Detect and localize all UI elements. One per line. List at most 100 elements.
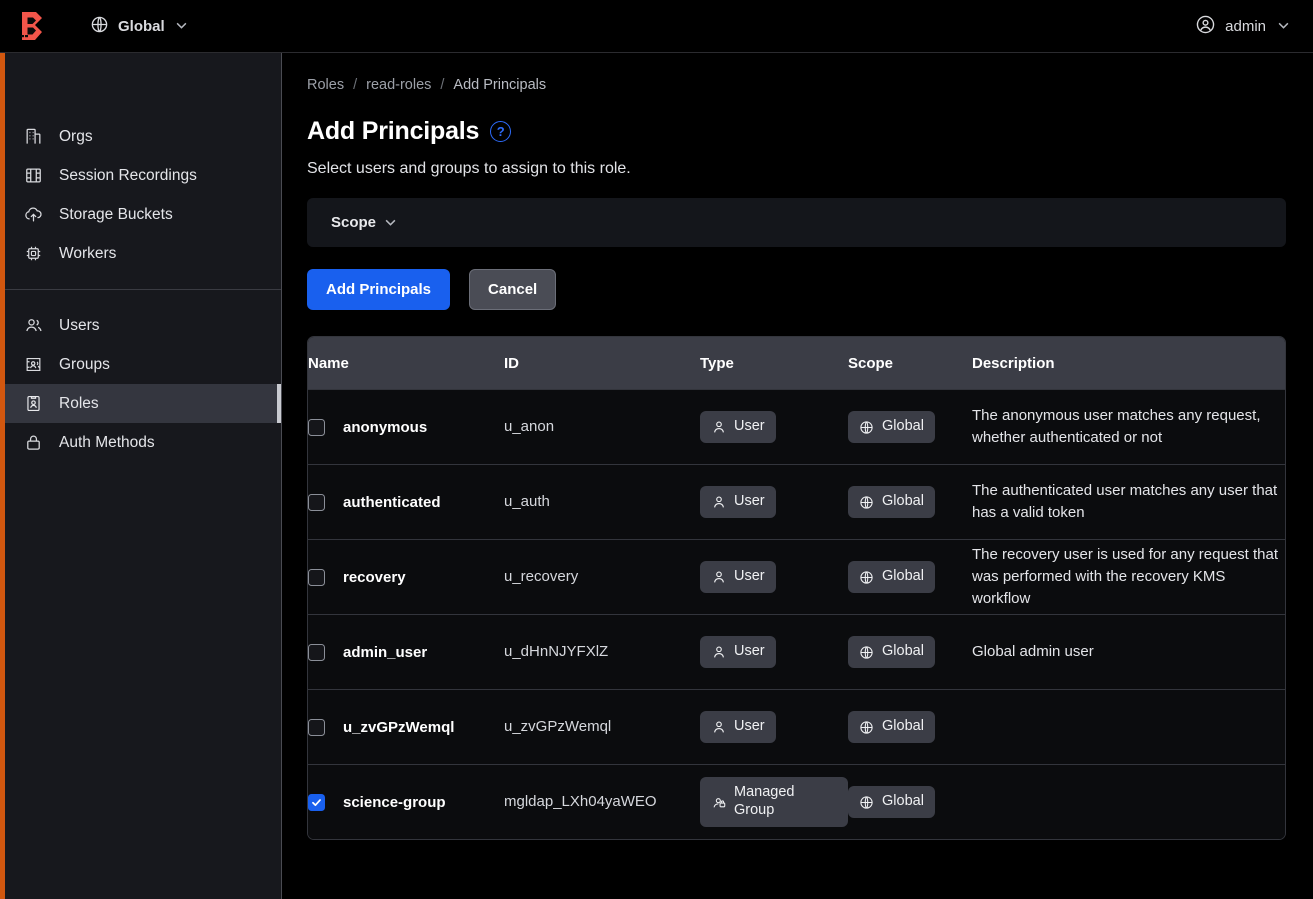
table-row[interactable]: u_zvGPzWemql u_zvGPzWemql User Global (308, 689, 1285, 764)
help-icon[interactable]: ? (490, 121, 512, 142)
sidebar-item-label: Auth Methods (59, 433, 155, 451)
scope-badge: Global (848, 636, 935, 668)
user-menu[interactable]: admin (1195, 14, 1289, 39)
page-edge-accent-stripe (0, 53, 5, 899)
user-icon (711, 494, 727, 510)
chevron-down-icon (1278, 20, 1289, 32)
row-checkbox[interactable] (308, 718, 325, 736)
table-row[interactable]: science-group mgldap_LXh04yaWEO Managed Gr… (308, 764, 1285, 839)
page-title-row: Add Principals ? (307, 117, 1286, 146)
chevron-down-icon (385, 217, 396, 229)
global-scope-label: Global (118, 17, 165, 35)
breadcrumb-item-add-principals: Add Principals (453, 77, 547, 93)
storage-buckets-icon (23, 205, 43, 225)
scope-badge-label: Global (882, 718, 924, 735)
sidebar-item-label: Workers (59, 244, 117, 262)
top-bar: Global admin (0, 0, 1313, 53)
column-header-scope: Scope (848, 354, 894, 372)
sidebar-item-orgs[interactable]: Orgs (5, 117, 281, 156)
type-badge: User (700, 711, 776, 743)
column-header-id: ID (504, 354, 519, 372)
scope-badge-label: Global (882, 643, 924, 660)
scope-badge-label: Global (882, 493, 924, 510)
scope-badge: Global (848, 786, 935, 818)
scope-badge-label: Global (882, 793, 924, 810)
page-title: Add Principals (307, 117, 480, 145)
row-description: Global admin user (972, 642, 1094, 660)
sidebar-item-roles[interactable]: Roles (5, 384, 281, 423)
row-checkbox[interactable] (308, 418, 325, 436)
sidebar-group-resources: Orgs Session Recordings Storage Buckets (5, 53, 281, 273)
user-menu-label: admin (1225, 17, 1266, 35)
breadcrumb-item-read-roles[interactable]: read-roles (366, 77, 431, 93)
session-recordings-icon (23, 166, 43, 186)
row-id: u_auth (504, 493, 550, 510)
table-row[interactable]: authenticated u_auth User Global The authent… (308, 464, 1285, 539)
row-checkbox[interactable] (308, 568, 325, 586)
scope-filter-dropdown[interactable]: Scope (331, 214, 396, 231)
groups-icon (23, 355, 43, 375)
type-badge: User (700, 636, 776, 668)
row-id: u_dHnNJYFXlZ (504, 643, 609, 660)
scope-badge-label: Global (882, 418, 924, 435)
table-row[interactable]: anonymous u_anon User Global The anonymous u… (308, 389, 1285, 464)
row-name: authenticated (343, 493, 441, 511)
sidebar: Orgs Session Recordings Storage Buckets (5, 53, 282, 899)
global-scope-switcher[interactable]: Global (82, 10, 195, 43)
globe-icon (859, 495, 875, 510)
type-badge: User (700, 561, 776, 593)
sidebar-item-label: Groups (59, 355, 110, 373)
table-row[interactable]: admin_user u_dHnNJYFXlZ User Global Global a… (308, 614, 1285, 689)
users-icon (23, 316, 43, 336)
sidebar-item-label: Session Recordings (59, 166, 197, 184)
row-name: u_zvGPzWemql (343, 718, 455, 736)
form-actions: Add Principals Cancel (307, 269, 1286, 310)
globe-icon (90, 15, 109, 38)
breadcrumb-item-roles[interactable]: Roles (307, 77, 344, 93)
sidebar-item-workers[interactable]: Workers (5, 234, 281, 273)
type-badge: User (700, 411, 776, 443)
add-principals-button[interactable]: Add Principals (307, 269, 451, 310)
auth-methods-icon (23, 433, 43, 453)
globe-icon (859, 420, 875, 435)
row-id: u_zvGPzWemql (504, 718, 612, 735)
sidebar-item-label: Users (59, 316, 100, 334)
page-subtitle: Select users and groups to assign to thi… (307, 160, 631, 177)
scope-badge: Global (848, 486, 935, 518)
table-body: anonymous u_anon User Global The anonymous u… (308, 389, 1285, 839)
cancel-button[interactable]: Cancel (469, 269, 557, 310)
sidebar-item-groups[interactable]: Groups (5, 345, 281, 384)
row-checkbox[interactable] (308, 643, 325, 661)
sidebar-item-users[interactable]: Users (5, 306, 281, 345)
managed-group-icon (711, 794, 727, 810)
globe-icon (859, 720, 875, 735)
row-checkbox[interactable] (308, 493, 325, 511)
type-badge-label: User (734, 643, 765, 660)
column-header-name: Name (308, 354, 349, 372)
sidebar-item-label: Storage Buckets (59, 205, 173, 223)
globe-icon (859, 570, 875, 585)
row-description: The authenticated user matches any user … (972, 481, 1278, 521)
user-icon (711, 644, 727, 660)
main-content: Roles / read-roles / Add Principals Add … (283, 53, 1313, 899)
sidebar-item-session-recordings[interactable]: Session Recordings (5, 156, 281, 195)
row-checkbox[interactable] (308, 793, 325, 811)
column-header-description: Description (972, 354, 1055, 372)
sidebar-item-label: Orgs (59, 127, 93, 145)
orgs-icon (23, 127, 43, 147)
row-name: anonymous (343, 418, 428, 436)
row-name: admin_user (343, 643, 428, 661)
roles-icon (23, 394, 43, 414)
sidebar-item-label: Roles (59, 394, 99, 412)
boundary-logo[interactable] (0, 11, 64, 41)
table-row[interactable]: recovery u_recovery User Global The recovery… (308, 539, 1285, 614)
type-badge-label: User (734, 568, 765, 585)
row-id: u_anon (504, 418, 555, 435)
type-badge-label: User (734, 418, 765, 435)
column-header-type: Type (700, 354, 734, 372)
sidebar-item-storage-buckets[interactable]: Storage Buckets (5, 195, 281, 234)
row-id: u_recovery (504, 568, 579, 585)
table-header-row: Name ID Type Scope Description (308, 337, 1285, 389)
row-description: The anonymous user matches any request, … (972, 406, 1261, 446)
sidebar-item-auth-methods[interactable]: Auth Methods (5, 423, 281, 462)
